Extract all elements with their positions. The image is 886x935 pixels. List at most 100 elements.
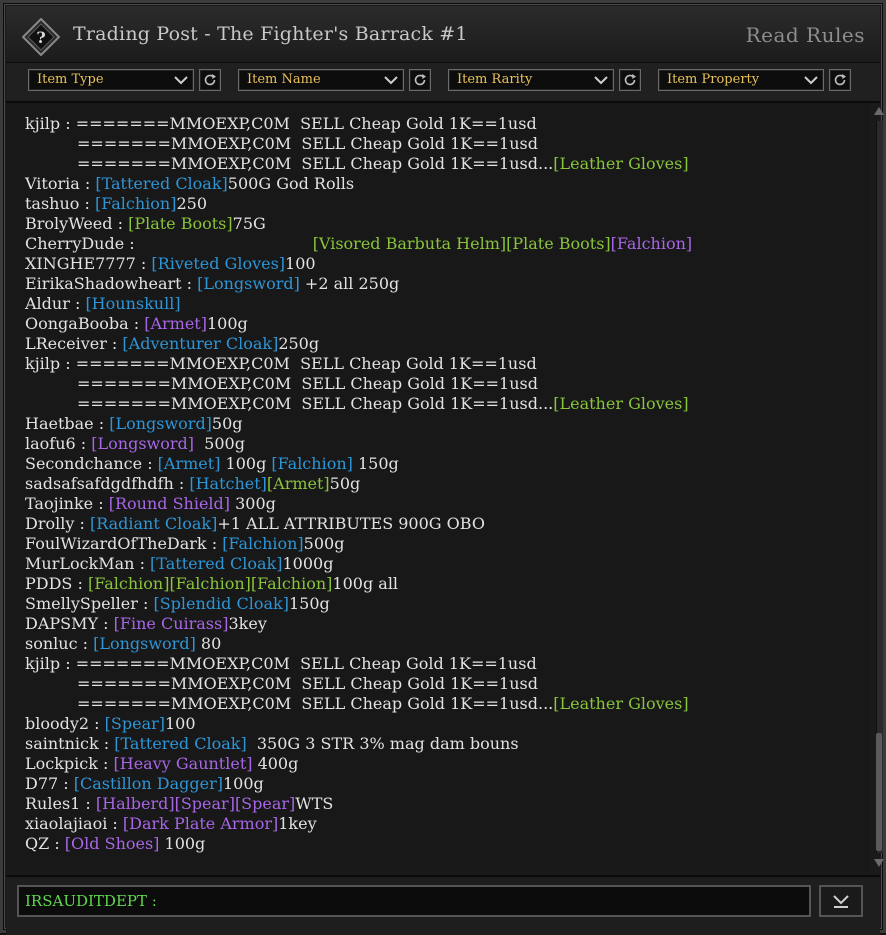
- item-link[interactable]: [Halberd]: [96, 794, 175, 813]
- chat-message-text: 150g: [288, 594, 330, 613]
- item-link[interactable]: [Longsword]: [109, 414, 212, 433]
- item-link[interactable]: [Heavy Gauntlet]: [114, 754, 253, 773]
- item-link[interactable]: [Armet]: [144, 314, 207, 333]
- item-name-dropdown[interactable]: Item Name: [238, 69, 404, 91]
- chat-sender-name[interactable]: LReceiver: [25, 334, 107, 353]
- chat-line: LReceiver : [Adventurer Cloak]250g: [25, 334, 320, 353]
- chat-sender-name[interactable]: saintnick: [25, 734, 99, 753]
- chat-sender-name[interactable]: tashuo: [25, 194, 79, 213]
- chat-line: Taojinke : [Round Shield] 300g: [25, 494, 276, 513]
- chat-sender-name[interactable]: sonluc: [25, 634, 78, 653]
- item-link[interactable]: [Armet]: [267, 474, 330, 493]
- chat-sender-name[interactable]: OongaBooba: [25, 314, 129, 333]
- item-link[interactable]: [Leather Gloves]: [553, 154, 688, 173]
- item-link[interactable]: [Castillon Dagger]: [74, 774, 223, 793]
- chat-sender-name[interactable]: Vitoria: [25, 174, 80, 193]
- item-link[interactable]: [Leather Gloves]: [553, 694, 688, 713]
- item-link[interactable]: [Longsword]: [91, 434, 194, 453]
- chat-message-text: 100: [285, 254, 316, 273]
- chat-sender-name[interactable]: kjilp: [25, 654, 60, 673]
- item-link[interactable]: [Adventurer Cloak]: [122, 334, 278, 353]
- chat-sender-name[interactable]: PDDS: [25, 574, 72, 593]
- item-link[interactable]: [Armet]: [158, 454, 221, 473]
- item-name-refresh-button[interactable]: [409, 69, 431, 91]
- chat-sender-name[interactable]: kjilp: [25, 354, 60, 373]
- item-link[interactable]: [Spear]: [235, 794, 295, 813]
- item-property-refresh-button[interactable]: [829, 69, 851, 91]
- item-link[interactable]: [Spear]: [105, 714, 165, 733]
- item-link[interactable]: [Falchion]: [95, 194, 176, 213]
- item-link[interactable]: [Round Shield]: [109, 494, 230, 513]
- chat-sender-name[interactable]: XINGHE7777: [25, 254, 136, 273]
- chat-line: Rules1 : [Halberd][Spear][Spear]WTS: [25, 794, 334, 813]
- chat-sender-name[interactable]: Secondchance: [25, 454, 142, 473]
- chat-line: sadsafsafdgdfhdfh : [Hatchet][Armet]50g: [25, 474, 361, 493]
- item-link[interactable]: [Riveted Gloves]: [151, 254, 285, 273]
- chat-log[interactable]: kjilp : =======MMOEXP,C0M SELL Cheap Gol…: [6, 103, 870, 871]
- item-link[interactable]: [Falchion]: [611, 234, 692, 253]
- read-rules-link[interactable]: Read Rules: [746, 23, 865, 47]
- chat-sender-name[interactable]: xiaolajiaoi: [25, 814, 107, 833]
- scroll-up-icon[interactable]: [873, 105, 885, 117]
- item-link[interactable]: [Fine Cuirass]: [114, 614, 229, 633]
- chat-sender-name[interactable]: FoulWizardOfTheDark: [25, 534, 207, 553]
- chat-sender-name[interactable]: QZ: [25, 834, 49, 853]
- chat-lines: kjilp : =======MMOEXP,C0M SELL Cheap Gol…: [25, 114, 692, 854]
- item-type-refresh-button[interactable]: [199, 69, 221, 91]
- chat-sender-name[interactable]: Drolly: [25, 514, 74, 533]
- chat-sender-name[interactable]: laofu6: [25, 434, 76, 453]
- send-button[interactable]: [819, 885, 863, 917]
- chat-input[interactable]: IRSAUDITDEPT :: [17, 885, 811, 917]
- item-link[interactable]: [Falchion]: [88, 574, 169, 593]
- chat-sender-name[interactable]: Haetbae: [25, 414, 94, 433]
- chat-sender-name[interactable]: Lockpick: [25, 754, 98, 773]
- chat-sender-name[interactable]: BrolyWeed: [25, 214, 113, 233]
- scroll-down-icon[interactable]: [873, 857, 885, 869]
- item-link[interactable]: [Falchion]: [169, 574, 250, 593]
- chat-sender-name[interactable]: kjilp: [25, 114, 60, 133]
- item-rarity-refresh-button[interactable]: [619, 69, 641, 91]
- item-link[interactable]: [Visored Barbuta Helm]: [313, 234, 506, 253]
- chat-sender-name[interactable]: EirikaShadowheart: [25, 274, 182, 293]
- item-link[interactable]: [Tattered Cloak]: [150, 554, 282, 573]
- item-link[interactable]: [Radiant Cloak]: [90, 514, 217, 533]
- item-link[interactable]: [Longsword]: [93, 634, 196, 653]
- chat-sender-name[interactable]: SmellySpeller: [25, 594, 138, 613]
- chat-sender-name[interactable]: D77: [25, 774, 58, 793]
- item-link[interactable]: [Falchion]: [271, 454, 352, 473]
- chat-line: saintnick : [Tattered Cloak] 350G 3 STR …: [25, 734, 519, 753]
- chat-scrollbar[interactable]: [872, 103, 886, 873]
- item-link[interactable]: [Falchion]: [222, 534, 303, 553]
- chat-sender-name[interactable]: Rules1: [25, 794, 80, 813]
- item-link[interactable]: [Falchion]: [251, 574, 332, 593]
- item-link[interactable]: [Plate Boots]: [506, 234, 611, 253]
- item-link[interactable]: [Hounskull]: [85, 294, 180, 313]
- item-link[interactable]: [Spear]: [175, 794, 235, 813]
- help-button[interactable]: ?: [21, 17, 61, 57]
- item-property-dropdown[interactable]: Item Property: [658, 69, 824, 91]
- item-link[interactable]: [Tattered Cloak]: [114, 734, 246, 753]
- chat-sender-name[interactable]: Aldur: [25, 294, 70, 313]
- scroll-thumb[interactable]: [876, 733, 882, 851]
- chat-sender-name[interactable]: Taojinke: [25, 494, 93, 513]
- item-link[interactable]: [Longsword]: [197, 274, 300, 293]
- item-link[interactable]: [Tattered Cloak]: [95, 174, 227, 193]
- item-type-dropdown[interactable]: Item Type: [28, 69, 194, 91]
- chat-sender-name[interactable]: DAPSMY: [25, 614, 98, 633]
- chat-sender-name[interactable]: sadsafsafdgdfhdfh: [25, 474, 174, 493]
- item-link[interactable]: [Leather Gloves]: [553, 394, 688, 413]
- item-link[interactable]: [Splendid Cloak]: [153, 594, 289, 613]
- chat-message-text: 100g: [223, 774, 264, 793]
- item-property-label: Item Property: [667, 72, 760, 87]
- chat-sender-name[interactable]: bloody2: [25, 714, 89, 733]
- item-rarity-dropdown[interactable]: Item Rarity: [448, 69, 614, 91]
- chat-line: PDDS : [Falchion][Falchion][Falchion]100…: [25, 574, 399, 593]
- chat-message-text: =======MMOEXP,C0M SELL Cheap Gold 1K==1u…: [77, 674, 538, 693]
- item-link[interactable]: [Old Shoes]: [65, 834, 160, 853]
- chat-sender-name[interactable]: MurLockMan: [25, 554, 134, 573]
- item-rarity-label: Item Rarity: [457, 72, 533, 87]
- chat-sender-name[interactable]: CherryDude: [25, 234, 124, 253]
- item-link[interactable]: [Plate Boots]: [128, 214, 233, 233]
- item-link[interactable]: [Dark Plate Armor]: [123, 814, 278, 833]
- item-link[interactable]: [Hatchet]: [189, 474, 267, 493]
